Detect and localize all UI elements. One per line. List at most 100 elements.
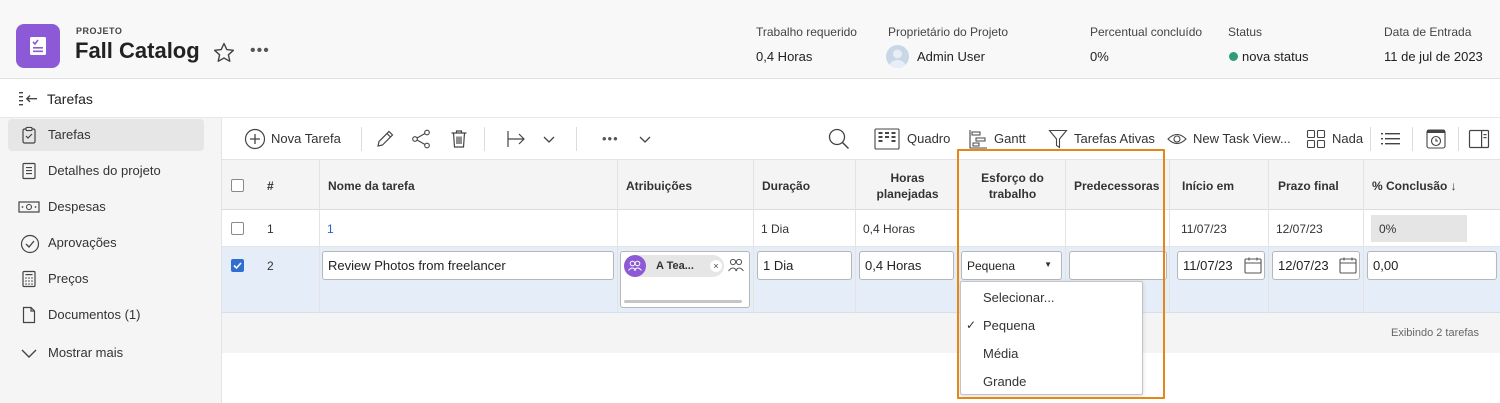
gantt-icon (969, 129, 987, 149)
grouping-grid-icon (1306, 129, 1326, 148)
column-divider (1268, 159, 1269, 313)
money-icon (18, 198, 40, 216)
percent-complete-cell[interactable]: 0% (1371, 215, 1467, 242)
percent-complete-input[interactable]: 0,00 (1367, 251, 1497, 280)
dropdown-option-small[interactable]: ✓ Pequena (961, 311, 1142, 339)
dropdown-option-medium[interactable]: Média (961, 339, 1142, 367)
column-header-percent-complete[interactable]: % Conclusão ↓ (1372, 160, 1457, 211)
grouping-button[interactable]: Nada (1306, 118, 1363, 159)
row-checkbox[interactable] (231, 222, 244, 235)
column-header-number[interactable]: # (267, 160, 274, 211)
project-icon (16, 24, 60, 68)
row-checkbox-checked[interactable] (231, 259, 244, 272)
view-button[interactable]: New Task View... (1167, 118, 1291, 159)
percent-complete-value: 0% (1379, 222, 1397, 236)
toolbar-divider (484, 127, 485, 151)
list-view-icon[interactable] (1380, 118, 1402, 159)
share-icon[interactable] (410, 118, 432, 159)
task-name-input[interactable]: Review Photos from freelancer (322, 251, 614, 280)
team-avatar-icon (624, 255, 646, 277)
search-icon[interactable] (827, 118, 851, 159)
side-panel-icon[interactable] (1468, 118, 1490, 159)
column-header-predecessors[interactable]: Predecessoras (1074, 160, 1159, 211)
sidebar-item-tasks[interactable]: Tarefas (8, 119, 204, 151)
calendar-icon[interactable] (1337, 257, 1357, 277)
work-effort-select[interactable]: Pequena ▼ (961, 251, 1062, 280)
toolbar: Nova Tarefa ••• Quadro Gantt Tarefas Ati… (222, 118, 1500, 159)
dropdown-option-label: Grande (983, 374, 1027, 389)
column-header-line: trabalho (988, 186, 1037, 201)
column-header-start-date[interactable]: Início em (1182, 160, 1234, 211)
delete-trash-icon[interactable] (448, 118, 470, 159)
sidebar-item-rates[interactable]: Preços (8, 263, 204, 295)
clipboard-check-icon (20, 126, 38, 144)
planned-hours-value[interactable]: 0,4 Horas (863, 222, 915, 236)
more-actions-icon[interactable]: ••• (602, 118, 619, 159)
gantt-view-button[interactable]: Gantt (968, 118, 1026, 159)
meta-label-status: Status (1228, 25, 1263, 39)
column-divider (617, 159, 618, 313)
start-date-input[interactable]: 11/07/23 (1177, 251, 1265, 280)
sidebar-item-approvals[interactable]: Aprovações (8, 227, 204, 259)
chevron-down-icon (20, 344, 38, 362)
meta-label-work: Trabalho requerido (756, 25, 857, 39)
assignments-scrollbar[interactable] (624, 300, 742, 303)
sidebar-show-more[interactable]: Mostrar mais (8, 337, 204, 369)
check-circle-icon (20, 234, 40, 254)
board-view-button[interactable]: Quadro (874, 118, 950, 159)
collapse-sidebar-icon[interactable] (18, 91, 40, 110)
project-title: Fall Catalog (75, 38, 200, 63)
project-label: PROJETO (76, 26, 123, 36)
timeline-clock-icon[interactable] (1425, 118, 1447, 159)
filter-button[interactable]: Tarefas Ativas (1048, 118, 1155, 159)
column-header-duration[interactable]: Duração (762, 160, 810, 211)
table-row[interactable]: 1 1 1 Dia 0,4 Horas 11/07/23 12/07/23 0% (222, 210, 1500, 247)
move-export-icon[interactable] (504, 118, 528, 159)
sidebar-item-expenses[interactable]: Despesas (8, 191, 204, 223)
sidebar-item-label: Mostrar mais (48, 345, 124, 360)
assignment-tag[interactable]: A Tea... × (624, 255, 724, 277)
duration-value[interactable]: 1 Dia (761, 222, 789, 236)
board-label: Quadro (907, 131, 951, 146)
column-divider (753, 159, 754, 313)
column-header-assignments[interactable]: Atribuições (626, 160, 692, 211)
more-options-icon[interactable]: ••• (250, 42, 270, 60)
predecessors-input[interactable] (1069, 251, 1167, 280)
assignments-field[interactable]: A Tea... × (620, 251, 750, 308)
column-header-planned-hours[interactable]: Horas planejadas (856, 160, 959, 211)
select-all-checkbox[interactable] (231, 179, 244, 192)
sidebar-item-project-details[interactable]: Detalhes do projeto (8, 155, 204, 187)
start-date-value[interactable]: 11/07/23 (1181, 222, 1227, 236)
remove-tag-icon[interactable]: × (710, 260, 722, 272)
sidebar-item-documents[interactable]: Documentos (1) (8, 299, 204, 331)
duration-input[interactable]: 1 Dia (757, 251, 852, 280)
status-text: nova status (1242, 49, 1309, 64)
calendar-icon[interactable] (1242, 257, 1262, 277)
row-number: 1 (267, 222, 274, 236)
due-date-value[interactable]: 12/07/23 (1276, 222, 1323, 236)
edit-pencil-icon[interactable] (374, 118, 396, 159)
column-header-due-date[interactable]: Prazo final (1278, 160, 1339, 211)
table-row-editing[interactable]: 2 Review Photos from freelancer A Tea...… (222, 247, 1500, 313)
team-assign-icon[interactable] (727, 257, 745, 276)
row-number: 2 (267, 259, 274, 273)
chevron-down-icon[interactable] (542, 118, 556, 159)
sidebar-item-label: Aprovações (48, 235, 117, 250)
column-header-task-name[interactable]: Nome da tarefa (328, 160, 415, 211)
planned-hours-input[interactable]: 0,4 Horas (859, 251, 954, 280)
column-divider (1169, 159, 1170, 313)
favorite-star-icon[interactable] (212, 41, 236, 65)
dropdown-option-select[interactable]: Selecionar... (961, 283, 1142, 311)
task-name-link[interactable]: 1 (327, 222, 334, 236)
new-task-button[interactable]: Nova Tarefa (244, 118, 341, 159)
owner-avatar[interactable] (886, 45, 909, 68)
board-icon (874, 127, 900, 150)
meta-value-owner[interactable]: Admin User (917, 49, 985, 64)
due-date-input[interactable]: 12/07/23 (1272, 251, 1360, 280)
chevron-down-icon[interactable] (638, 118, 652, 159)
eye-icon (1167, 133, 1187, 144)
dropdown-option-large[interactable]: Grande (961, 367, 1142, 395)
meta-value-status[interactable]: nova status (1229, 49, 1309, 64)
toolbar-divider (576, 127, 577, 151)
column-header-work-effort[interactable]: Esforço do trabalho (960, 160, 1065, 211)
